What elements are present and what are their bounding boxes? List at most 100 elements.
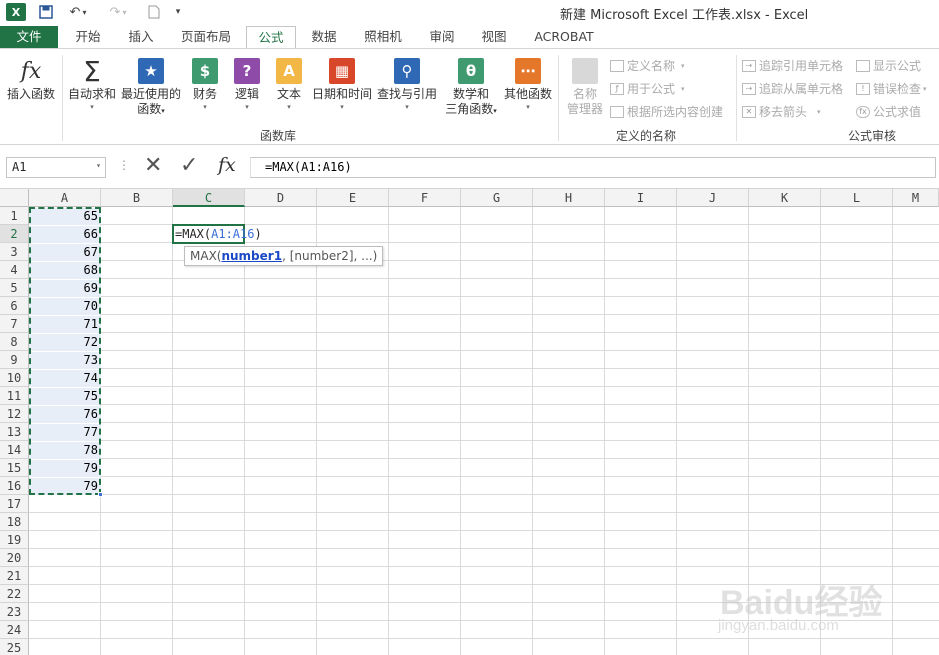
column-header-k[interactable]: K bbox=[749, 189, 821, 207]
save-icon[interactable] bbox=[38, 3, 54, 21]
row-header-20[interactable]: 20 bbox=[0, 549, 29, 567]
recently-used-button[interactable]: ★ 最近使用的 函数▾ bbox=[118, 55, 184, 119]
cell-a11[interactable]: 75 bbox=[29, 388, 101, 405]
fill-handle[interactable] bbox=[98, 492, 103, 497]
column-header-j[interactable]: J bbox=[677, 189, 749, 207]
name-box[interactable]: A1 ▾ bbox=[6, 157, 106, 178]
chevron-down-icon[interactable]: ▾ bbox=[96, 161, 101, 170]
cell-a2[interactable]: 66 bbox=[29, 226, 101, 243]
row-header-24[interactable]: 24 bbox=[0, 621, 29, 639]
cell-a14[interactable]: 78 bbox=[29, 442, 101, 459]
new-document-icon[interactable] bbox=[146, 3, 162, 21]
tab-home[interactable]: 开始 bbox=[64, 26, 112, 48]
tab-view[interactable]: 视图 bbox=[470, 26, 518, 48]
active-cell-c2[interactable]: =MAX(A1:A16) bbox=[172, 224, 262, 244]
name-manager-button[interactable]: 名称 管理器 bbox=[562, 55, 608, 117]
show-formulas-button[interactable]: 显示公式 bbox=[856, 57, 921, 74]
cell-a6[interactable]: 70 bbox=[29, 298, 101, 315]
undo-icon[interactable]: ↶ ▾ bbox=[66, 3, 90, 21]
error-checking-button[interactable]: ! 错误检查 ▾ bbox=[856, 80, 927, 97]
row-header-4[interactable]: 4 bbox=[0, 261, 29, 279]
lookup-reference-button[interactable]: ⚲ 查找与引用 ▾ bbox=[376, 55, 438, 112]
column-header-c[interactable]: C bbox=[173, 189, 245, 207]
define-name-button[interactable]: 定义名称 ▾ bbox=[610, 57, 685, 74]
row-header-18[interactable]: 18 bbox=[0, 513, 29, 531]
row-header-19[interactable]: 19 bbox=[0, 531, 29, 549]
column-header-d[interactable]: D bbox=[245, 189, 317, 207]
row-header-3[interactable]: 3 bbox=[0, 243, 29, 261]
column-header-b[interactable]: B bbox=[101, 189, 173, 207]
column-header-m[interactable]: M bbox=[893, 189, 939, 207]
row-header-25[interactable]: 25 bbox=[0, 639, 29, 655]
row-header-12[interactable]: 12 bbox=[0, 405, 29, 423]
row-header-8[interactable]: 8 bbox=[0, 333, 29, 351]
row-header-23[interactable]: 23 bbox=[0, 603, 29, 621]
column-header-f[interactable]: F bbox=[389, 189, 461, 207]
argument-link[interactable]: number1 bbox=[221, 249, 282, 263]
tab-file[interactable]: 文件 bbox=[0, 26, 58, 48]
cancel-icon[interactable]: ✕ bbox=[144, 153, 162, 178]
use-in-formula-button[interactable]: ƒ 用于公式 ▾ bbox=[610, 80, 685, 97]
row-header-15[interactable]: 15 bbox=[0, 459, 29, 477]
row-header-2[interactable]: 2 bbox=[0, 225, 29, 243]
create-from-selection-button[interactable]: 根据所选内容创建 bbox=[610, 103, 723, 120]
worksheet-grid[interactable]: ABCDEFGHIJKLM 1 2 3 4 5 6 7 8 9 10 11 12 13 14 15 16 17 1… bbox=[0, 189, 939, 655]
cell-a4[interactable]: 68 bbox=[29, 262, 101, 279]
cell-a13[interactable]: 77 bbox=[29, 424, 101, 441]
cell-a3[interactable]: 67 bbox=[29, 244, 101, 261]
cell-a5[interactable]: 69 bbox=[29, 280, 101, 297]
tab-data[interactable]: 数据 bbox=[300, 26, 348, 48]
tab-review[interactable]: 审阅 bbox=[418, 26, 466, 48]
row-header-13[interactable]: 13 bbox=[0, 423, 29, 441]
row-header-22[interactable]: 22 bbox=[0, 585, 29, 603]
trace-precedents-button[interactable]: ⇢ 追踪引用单元格 bbox=[742, 57, 843, 74]
cell-a7[interactable]: 71 bbox=[29, 316, 101, 333]
math-trig-button[interactable]: θ 数学和 三角函数▾ bbox=[440, 55, 502, 119]
cell-a12[interactable]: 76 bbox=[29, 406, 101, 423]
tab-acrobat[interactable]: ACROBAT bbox=[528, 26, 600, 48]
insert-function-button[interactable]: fx 插入函数 bbox=[4, 55, 58, 102]
column-header-l[interactable]: L bbox=[821, 189, 893, 207]
tab-insert[interactable]: 插入 bbox=[116, 26, 166, 48]
row-header-17[interactable]: 17 bbox=[0, 495, 29, 513]
row-header-16[interactable]: 16 bbox=[0, 477, 29, 495]
row-header-9[interactable]: 9 bbox=[0, 351, 29, 369]
select-all-corner[interactable] bbox=[0, 189, 29, 207]
cell-a1[interactable]: 65 bbox=[29, 208, 101, 225]
row-header-14[interactable]: 14 bbox=[0, 441, 29, 459]
row-header-1[interactable]: 1 bbox=[0, 207, 29, 225]
row-header-21[interactable]: 21 bbox=[0, 567, 29, 585]
cell-a9[interactable]: 73 bbox=[29, 352, 101, 369]
column-header-g[interactable]: G bbox=[461, 189, 533, 207]
row-header-7[interactable]: 7 bbox=[0, 315, 29, 333]
redo-icon[interactable]: ↷ ▾ bbox=[106, 3, 130, 21]
tab-formulas[interactable]: 公式 bbox=[246, 26, 296, 49]
enter-icon[interactable]: ✓ bbox=[180, 153, 198, 178]
column-header-e[interactable]: E bbox=[317, 189, 389, 207]
column-header-i[interactable]: I bbox=[605, 189, 677, 207]
tab-camera[interactable]: 照相机 bbox=[354, 26, 412, 48]
trace-dependents-button[interactable]: ⇢ 追踪从属单元格 bbox=[742, 80, 843, 97]
formula-input[interactable]: =MAX(A1:A16) bbox=[250, 157, 936, 178]
logical-button[interactable]: ? 逻辑 ▾ bbox=[230, 55, 264, 112]
resize-handle-icon[interactable]: ⋮ bbox=[118, 158, 130, 172]
cell-a15[interactable]: 79 bbox=[29, 460, 101, 477]
remove-arrows-button[interactable]: ✕ 移去箭头 ▾ bbox=[742, 103, 821, 120]
column-header-h[interactable]: H bbox=[533, 189, 605, 207]
column-header-a[interactable]: A bbox=[29, 189, 101, 207]
insert-function-icon[interactable]: fx bbox=[218, 154, 236, 176]
cell-a8[interactable]: 72 bbox=[29, 334, 101, 351]
autosum-button[interactable]: Σ 自动求和 ▾ bbox=[66, 55, 118, 112]
row-header-6[interactable]: 6 bbox=[0, 297, 29, 315]
date-time-button[interactable]: ▦ 日期和时间 ▾ bbox=[310, 55, 374, 112]
cell-a10[interactable]: 74 bbox=[29, 370, 101, 387]
financial-button[interactable]: $ 财务 ▾ bbox=[188, 55, 222, 112]
customize-toolbar-icon[interactable]: ▾ bbox=[172, 3, 184, 21]
evaluate-formula-button[interactable]: fx 公式求值 bbox=[856, 103, 921, 120]
row-header-11[interactable]: 11 bbox=[0, 387, 29, 405]
more-functions-button[interactable]: ⋯ 其他函数 ▾ bbox=[502, 55, 554, 112]
text-button[interactable]: A 文本 ▾ bbox=[272, 55, 306, 112]
tab-page-layout[interactable]: 页面布局 bbox=[170, 26, 242, 48]
cell-a16[interactable]: 79 bbox=[29, 478, 101, 495]
row-header-10[interactable]: 10 bbox=[0, 369, 29, 387]
